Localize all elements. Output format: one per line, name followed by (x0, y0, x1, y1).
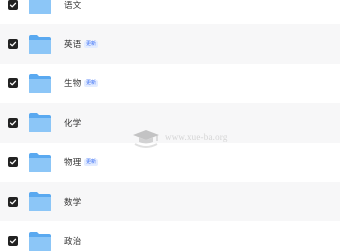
checkbox-checked[interactable] (8, 117, 18, 128)
list-item[interactable]: 物理 更新 (0, 143, 340, 182)
folder-icon (28, 191, 52, 212)
folder-list: 语文 英语 更新 生物 更新 化学 物理 更新 数学 政治 (0, 0, 340, 252)
update-badge: 更新 (84, 79, 99, 87)
folder-icon (28, 73, 52, 94)
list-item[interactable]: 生物 更新 (0, 64, 340, 103)
check-icon (9, 120, 17, 126)
checkbox-checked[interactable] (8, 157, 18, 168)
list-item[interactable]: 语文 (0, 0, 340, 24)
list-item[interactable]: 化学 (0, 103, 340, 143)
checkbox-checked[interactable] (8, 78, 18, 89)
checkbox-checked[interactable] (8, 196, 18, 207)
update-badge: 更新 (84, 40, 99, 48)
folder-icon (28, 112, 52, 133)
file-list-view: 语文 英语 更新 生物 更新 化学 物理 更新 数学 政治 www.xue-ba… (0, 0, 340, 252)
checkbox-checked[interactable] (8, 0, 18, 10)
checkbox-checked[interactable] (8, 236, 18, 247)
folder-name: 生物 (64, 78, 82, 89)
check-icon (9, 41, 17, 47)
list-item[interactable]: 英语 更新 (0, 24, 340, 64)
check-icon (9, 238, 17, 244)
folder-name: 英语 (64, 39, 82, 50)
list-item[interactable]: 政治 (0, 221, 340, 252)
check-icon (9, 2, 17, 8)
folder-icon (28, 34, 52, 55)
update-badge: 更新 (84, 158, 99, 166)
check-icon (9, 199, 17, 205)
folder-icon (28, 152, 52, 173)
folder-name: 化学 (64, 117, 82, 128)
checkbox-checked[interactable] (8, 39, 18, 50)
check-icon (9, 81, 17, 86)
folder-name: 政治 (64, 236, 82, 247)
folder-icon (28, 231, 52, 252)
folder-name: 语文 (64, 0, 82, 10)
folder-name: 物理 (64, 157, 82, 168)
folder-icon (28, 0, 52, 15)
list-item[interactable]: 数学 (0, 181, 340, 222)
check-icon (9, 159, 17, 165)
folder-name: 数学 (64, 196, 82, 207)
